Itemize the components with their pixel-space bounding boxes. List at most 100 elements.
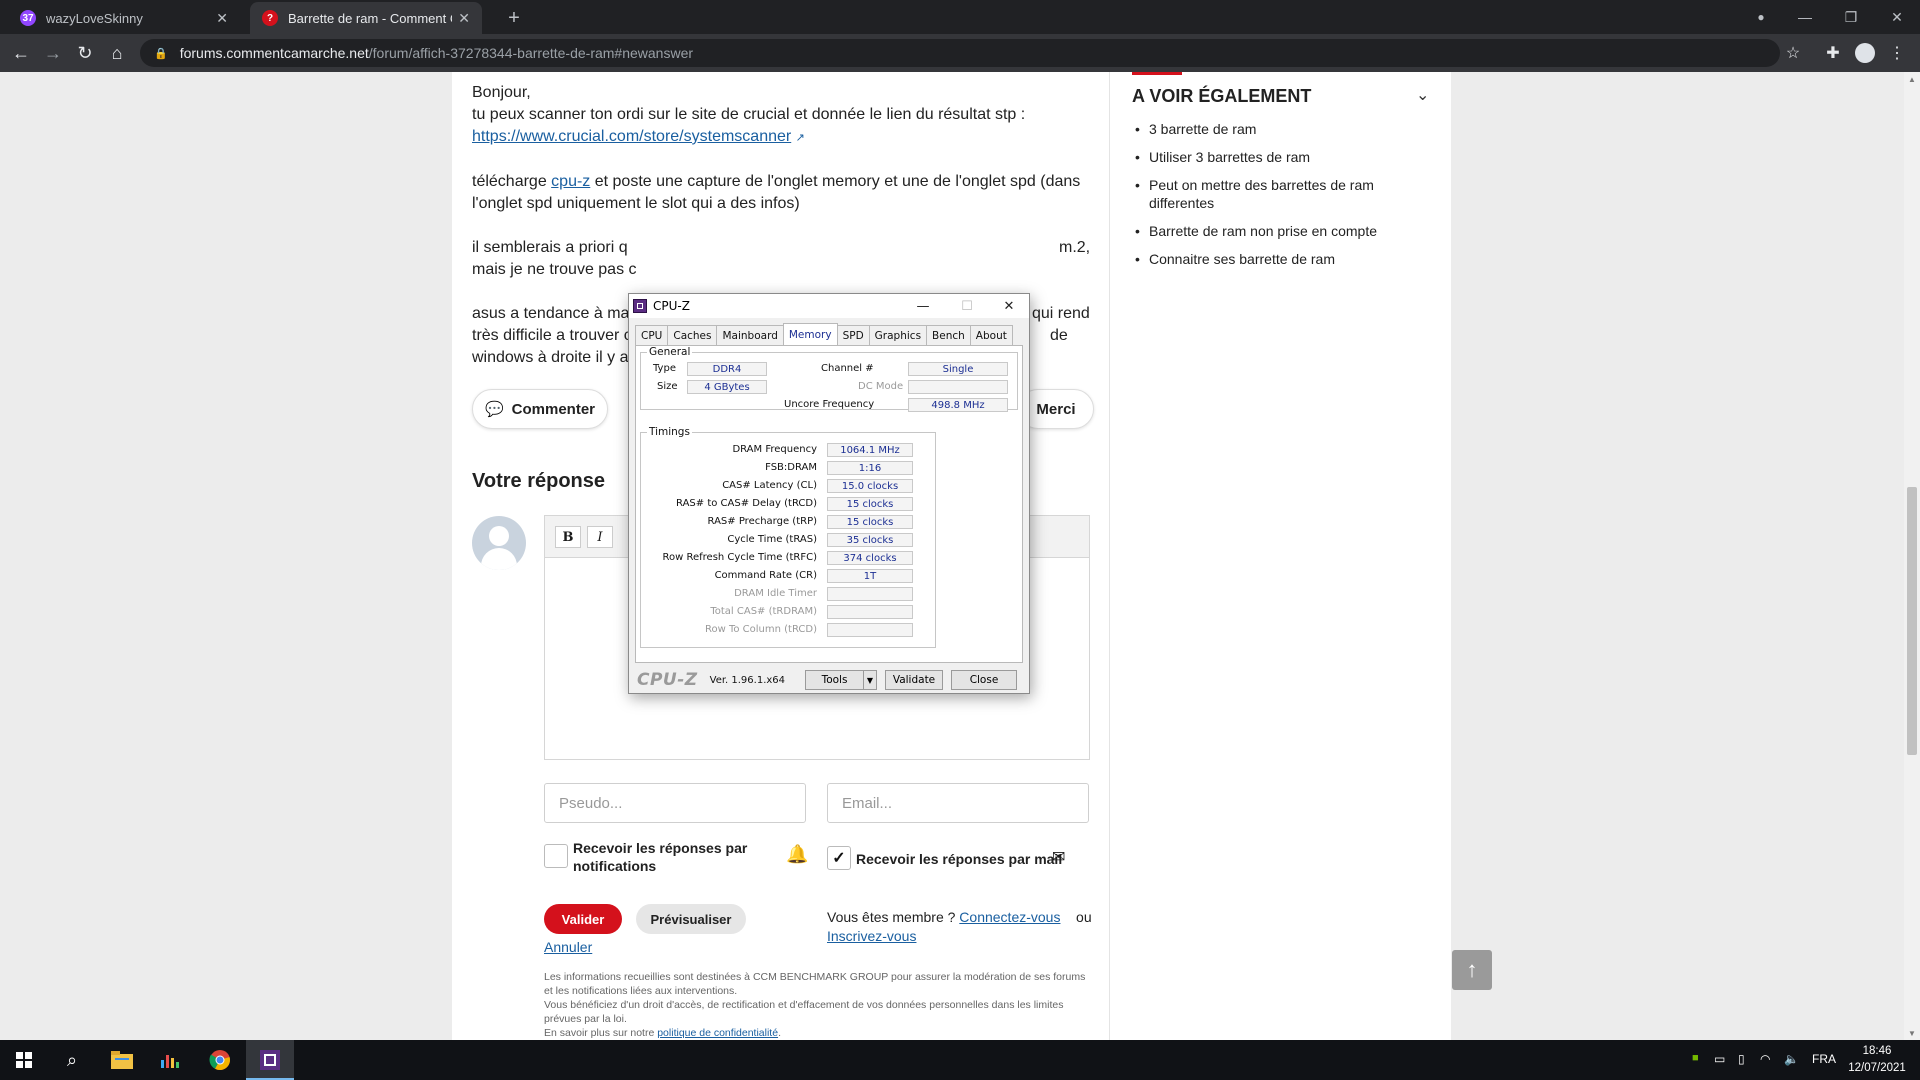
profile-menu-icon[interactable]: ●	[1738, 0, 1784, 34]
twitch-favicon-icon: 37	[20, 10, 36, 26]
signup-link[interactable]: Inscrivez-vous	[827, 928, 916, 944]
comment-label: Commenter	[511, 400, 596, 418]
usb-icon[interactable]: ▯	[1738, 1052, 1745, 1066]
equalizer-app-icon[interactable]	[146, 1040, 194, 1080]
minimize-button[interactable]: —	[1782, 0, 1828, 34]
volume-icon[interactable]: 🔈	[1784, 1052, 1799, 1066]
scroll-down-arrow-icon[interactable]: ▼	[1904, 1026, 1920, 1040]
cpuz-window: CPU-Z — ☐ ✕ CPU Caches Mainboard Memory …	[628, 293, 1030, 694]
mail-checkbox[interactable]: ✓	[827, 846, 851, 870]
timing-label: Total CAS# (tRDRAM)	[710, 606, 817, 617]
cpuz-tabs: CPU Caches Mainboard Memory SPD Graphics…	[635, 323, 1013, 345]
legal-text: Vous bénéficiez d'un droit d'accès, de r…	[544, 999, 1064, 1025]
clock[interactable]: 18:46 12/07/2021	[1840, 1043, 1914, 1077]
comment-button[interactable]: 💬 Commenter	[472, 389, 608, 429]
nvidia-tray-icon[interactable]: ■	[1692, 1052, 1699, 1064]
scrollbar-thumb[interactable]	[1907, 487, 1917, 755]
email-input[interactable]: Email...	[827, 783, 1089, 823]
page-scrollbar[interactable]: ▲ ▼	[1904, 72, 1920, 1040]
close-icon[interactable]: ✕	[216, 10, 228, 27]
tools-dropdown-icon[interactable]: ▼	[863, 670, 877, 690]
notifications-label: Recevoir les réponses par notifications	[573, 840, 748, 874]
channel-value: Single	[908, 362, 1008, 376]
network-icon[interactable]: ◠	[1760, 1052, 1770, 1066]
notifications-checkbox[interactable]	[544, 844, 568, 868]
file-explorer-icon[interactable]	[98, 1040, 146, 1080]
tab-cpu[interactable]: CPU	[635, 325, 669, 345]
cpuz-version: Ver. 1.96.1.x64	[709, 674, 786, 686]
cpuz-title: CPU-Z	[653, 299, 690, 313]
login-link[interactable]: Connectez-vous	[959, 909, 1060, 925]
thanks-label: Merci	[1036, 400, 1076, 418]
scroll-to-top-button[interactable]: ↑	[1452, 950, 1492, 990]
close-window-button[interactable]: ✕	[1874, 0, 1920, 34]
tab-spd[interactable]: SPD	[836, 325, 870, 345]
chevron-down-icon[interactable]: ⌄	[1416, 85, 1429, 105]
validate-button[interactable]: Validate	[885, 670, 943, 690]
restore-button[interactable]: ❐	[1828, 0, 1874, 34]
tab-memory[interactable]: Memory	[782, 323, 838, 345]
chrome-icon[interactable]	[196, 1040, 244, 1080]
close-window-button[interactable]: ✕	[987, 294, 1031, 318]
reply-heading: Votre réponse	[472, 470, 605, 492]
home-icon[interactable]: ⌂	[104, 40, 130, 66]
related-link[interactable]: 3 barrette de ram	[1132, 120, 1432, 138]
back-arrow-icon[interactable]: ←	[8, 40, 34, 66]
profile-avatar-icon[interactable]	[1852, 40, 1878, 66]
reload-icon[interactable]: ↻	[72, 40, 98, 66]
browser-toolbar: ← → ↻ ⌂ 🔒 forums.commentcamarche.net/for…	[0, 34, 1920, 72]
submit-button[interactable]: Valider	[544, 904, 622, 934]
dcmode-value	[908, 380, 1008, 394]
timing-label: DRAM Frequency	[732, 444, 817, 455]
related-link[interactable]: Utiliser 3 barrettes de ram	[1132, 148, 1432, 166]
cpuz-link[interactable]: cpu-z	[551, 173, 590, 190]
timing-label: DRAM Idle Timer	[734, 588, 817, 599]
new-tab-button[interactable]: +	[500, 4, 528, 32]
comment-bubble-icon: 💬	[484, 401, 504, 418]
tab-mainboard[interactable]: Mainboard	[716, 325, 784, 345]
address-bar[interactable]: 🔒 forums.commentcamarche.net/forum/affic…	[140, 39, 1780, 67]
related-link[interactable]: Peut on mettre des barrettes de ram diff…	[1132, 176, 1432, 212]
related-link[interactable]: Connaitre ses barrette de ram	[1132, 250, 1432, 268]
tab-bench[interactable]: Bench	[926, 325, 971, 345]
post-text: très difficile a trouver c	[472, 327, 632, 344]
pseudo-input[interactable]: Pseudo...	[544, 783, 806, 823]
post-text: de	[1050, 327, 1068, 344]
timing-value: 1T	[827, 569, 913, 583]
cancel-link[interactable]: Annuler	[544, 939, 592, 955]
bookmark-star-icon[interactable]: ☆	[1780, 40, 1806, 66]
windows-start-icon[interactable]	[0, 1040, 48, 1080]
browser-tab-ccm[interactable]: ? Barrette de ram - Comment Ça M ✕	[250, 2, 482, 34]
timing-value: 35 clocks	[827, 533, 913, 547]
ccm-favicon-icon: ?	[262, 10, 278, 26]
cpuz-taskbar-icon[interactable]	[246, 1040, 294, 1080]
tab-caches[interactable]: Caches	[667, 325, 718, 345]
extensions-puzzle-icon[interactable]: ✚	[1820, 40, 1846, 66]
maximize-button: ☐	[961, 298, 973, 314]
bold-button[interactable]: B	[555, 526, 581, 548]
tools-button[interactable]: Tools	[805, 670, 863, 690]
related-link[interactable]: Barrette de ram non prise en compte	[1132, 222, 1432, 240]
browser-tab-twitch[interactable]: 37 wazyLoveSkinny ✕	[8, 2, 240, 34]
cpuz-titlebar[interactable]: CPU-Z — ☐ ✕	[629, 294, 1029, 318]
bell-icon: 🔔	[786, 844, 809, 864]
kebab-menu-icon[interactable]: ⋮	[1884, 40, 1910, 66]
tab-about[interactable]: About	[969, 325, 1013, 345]
timing-value: 15 clocks	[827, 497, 913, 511]
size-value: 4 GBytes	[687, 380, 767, 394]
privacy-link[interactable]: politique de confidentialité	[657, 1027, 778, 1039]
preview-button[interactable]: Prévisualiser	[636, 904, 746, 934]
italic-button[interactable]: I	[587, 526, 613, 548]
battery-icon[interactable]: ▭	[1714, 1052, 1725, 1066]
tab-graphics[interactable]: Graphics	[868, 325, 928, 345]
crucial-scanner-link[interactable]: https://www.crucial.com/store/systemscan…	[472, 128, 791, 145]
forward-arrow-icon[interactable]: →	[40, 40, 66, 66]
scroll-up-arrow-icon[interactable]: ▲	[1904, 72, 1920, 86]
minimize-button[interactable]: —	[901, 294, 945, 318]
language-indicator[interactable]: FRA	[1812, 1052, 1836, 1066]
search-icon[interactable]: ⌕	[48, 1040, 96, 1080]
timing-value: 1064.1 MHz	[827, 443, 913, 457]
close-button[interactable]: Close	[951, 670, 1017, 690]
timing-label: Cycle Time (tRAS)	[727, 534, 817, 545]
close-icon[interactable]: ✕	[458, 10, 470, 27]
